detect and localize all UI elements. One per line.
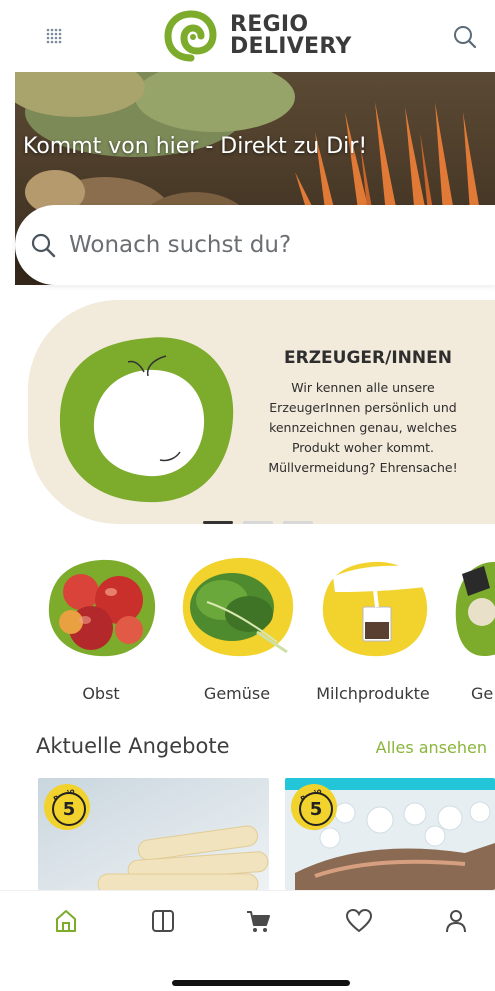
regio-score-value: 5 xyxy=(52,792,86,826)
category-label: Obst xyxy=(82,684,120,703)
nav-profile[interactable] xyxy=(442,907,472,937)
nav-favorites[interactable] xyxy=(344,907,374,937)
category-label: Ge xyxy=(471,684,494,703)
offer-card[interactable]: Regio Score 5 xyxy=(38,778,269,890)
search-input[interactable] xyxy=(69,232,449,258)
offer-card[interactable]: Regio Score 5 xyxy=(285,778,495,890)
bottom-navigation xyxy=(0,890,495,952)
hero-title: Kommt von hier - Direkt zu Dir! xyxy=(23,134,368,159)
milk-category-icon xyxy=(322,561,428,657)
menu-button[interactable] xyxy=(40,22,70,52)
user-icon xyxy=(446,910,466,933)
logo-line-1: REGIO xyxy=(230,12,309,37)
apples-category-icon xyxy=(48,559,156,657)
nav-home[interactable] xyxy=(52,907,82,937)
app-header: REGIO DELIVERY xyxy=(0,0,495,72)
carousel-dot[interactable] xyxy=(243,521,273,524)
apple-illustration-icon xyxy=(59,337,234,503)
spiral-logo-icon xyxy=(164,10,217,62)
search-icon xyxy=(454,26,477,49)
promo-text: Wir kennen alle unsere ErzeugerInnen per… xyxy=(268,380,458,475)
heart-icon xyxy=(345,908,373,933)
carousel-dot[interactable] xyxy=(203,521,233,524)
carousel-indicators xyxy=(203,521,313,524)
logo-text: REGIO DELIVERY xyxy=(230,14,352,58)
nav-cart[interactable] xyxy=(244,907,274,937)
carousel-dot[interactable] xyxy=(283,521,313,524)
partial-category-icon xyxy=(455,562,495,656)
home-icon xyxy=(56,910,76,932)
category-obst[interactable]: Obst xyxy=(36,552,166,703)
category-label: Milchprodukte xyxy=(316,684,430,703)
promo-carousel-card[interactable]: ERZEUGER/INNEN Wir kennen alle unsere Er… xyxy=(28,300,495,524)
regio-score-value: 5 xyxy=(299,792,333,826)
regio-delivery-logo[interactable]: REGIO DELIVERY xyxy=(162,8,352,64)
grid-dots-icon xyxy=(46,28,62,44)
promo-title: ERZEUGER/INNEN xyxy=(284,348,452,368)
logo-line-2: DELIVERY xyxy=(230,34,352,59)
lettuce-category-icon xyxy=(182,557,294,657)
nav-catalog[interactable] xyxy=(149,907,179,937)
home-indicator xyxy=(172,980,350,986)
header-search-button[interactable] xyxy=(450,22,480,52)
category-gemuese[interactable]: Gemüse xyxy=(172,552,302,703)
offers-title: Aktuelle Angebote xyxy=(36,734,230,758)
search-icon xyxy=(31,233,56,258)
offers-header: Aktuelle Angebote Alles ansehen xyxy=(36,734,495,762)
cart-icon xyxy=(247,911,270,932)
category-list: Obst Gemüse Milchprodukte Ge xyxy=(0,552,495,712)
catalog-icon xyxy=(152,910,174,932)
see-all-link[interactable]: Alles ansehen xyxy=(376,738,487,757)
category-partial[interactable]: Ge xyxy=(444,552,495,703)
category-label: Gemüse xyxy=(203,684,271,703)
product-search-bar[interactable] xyxy=(15,205,495,285)
category-milchprodukte[interactable]: Milchprodukte xyxy=(308,552,438,703)
